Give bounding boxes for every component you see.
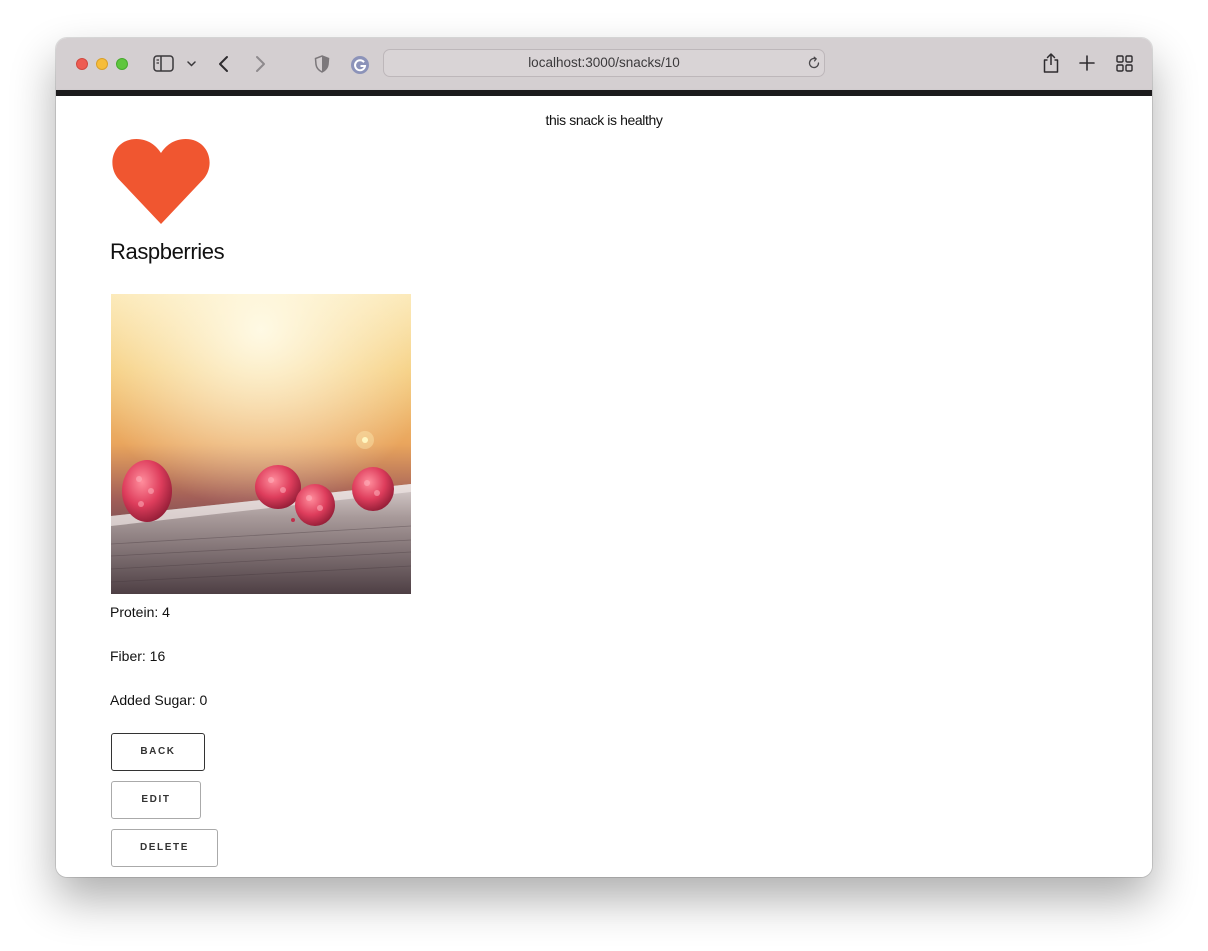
snack-name: Raspberries xyxy=(110,239,225,264)
chevron-down-icon[interactable] xyxy=(187,61,196,67)
tab-overview-icon[interactable] xyxy=(1116,55,1133,72)
fiber-text: Fiber: 16 xyxy=(110,648,166,664)
extension-icon[interactable] xyxy=(350,55,370,75)
back-button[interactable]: BACK xyxy=(111,733,205,771)
reload-icon[interactable] xyxy=(807,56,821,70)
close-window-button[interactable] xyxy=(76,58,88,70)
edit-button[interactable]: EDIT xyxy=(111,781,201,819)
browser-window: localhost:3000/snacks/10 this snack is h xyxy=(56,38,1152,877)
forward-arrow-icon[interactable] xyxy=(254,55,266,73)
share-icon[interactable] xyxy=(1042,52,1060,74)
back-arrow-icon[interactable] xyxy=(218,55,230,73)
heart-icon xyxy=(112,139,210,224)
added-sugar-text: Added Sugar: 0 xyxy=(110,692,208,708)
healthy-status-text: this snack is healthy xyxy=(545,112,663,128)
privacy-shield-icon[interactable] xyxy=(314,55,330,73)
address-bar[interactable]: localhost:3000/snacks/10 xyxy=(383,49,825,77)
url-text: localhost:3000/snacks/10 xyxy=(528,55,680,70)
minimize-window-button[interactable] xyxy=(96,58,108,70)
browser-toolbar: localhost:3000/snacks/10 xyxy=(56,38,1152,90)
sidebar-icon[interactable] xyxy=(153,55,175,72)
snack-photo xyxy=(111,294,411,594)
new-tab-icon[interactable] xyxy=(1079,55,1095,71)
protein-text: Protein: 4 xyxy=(110,604,170,620)
delete-button[interactable]: DELETE xyxy=(111,829,218,867)
page-content: this snack is healthy Raspberries Protei… xyxy=(56,96,1152,877)
zoom-window-button[interactable] xyxy=(116,58,128,70)
